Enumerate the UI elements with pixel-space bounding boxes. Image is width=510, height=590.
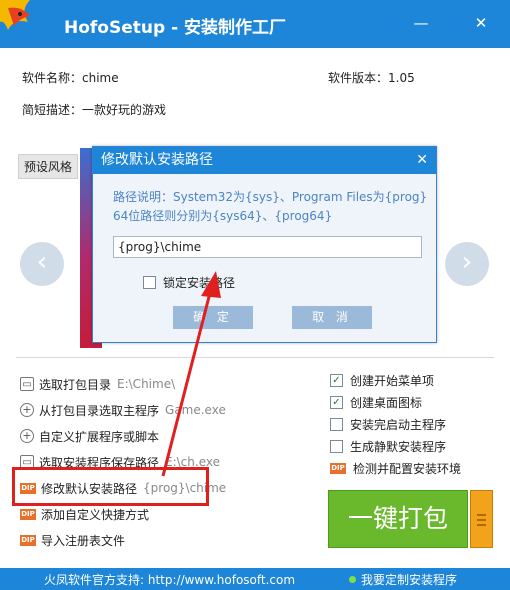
checkbox[interactable] [143, 276, 156, 289]
checkbox-checked[interactable]: ✓ [330, 395, 343, 409]
green-dot-icon [349, 576, 356, 583]
support-link[interactable]: 火凤软件官方支持: http://www.hofosoft.com [44, 571, 295, 588]
close-icon[interactable]: ✕ [470, 12, 492, 34]
tab-preset-style[interactable]: 预设风格 [18, 154, 79, 179]
checkbox-checked[interactable]: ✓ [330, 373, 343, 387]
option-silent-installer[interactable]: 生成静默安装程序 [330, 437, 446, 455]
op-select-main-program[interactable]: + 从打包目录选取主程序 Game.exe [20, 401, 226, 419]
software-description-label: 简短描述：一款好玩的游戏 [22, 103, 167, 117]
highlight-box [12, 467, 209, 506]
install-path-input[interactable] [113, 236, 422, 258]
dip-icon: DIP [330, 462, 346, 474]
dip-icon: DIP [20, 508, 36, 520]
footer-bar: 火凤软件官方支持: http://www.hofosoft.com 我要定制安装… [0, 568, 510, 590]
option-launch-after-install[interactable]: 安装完启动主程序 [330, 415, 446, 433]
custom-installer-link[interactable]: 我要定制安装程序 [349, 571, 457, 588]
divider [16, 357, 494, 358]
build-button-side[interactable] [470, 490, 493, 548]
option-detect-environment[interactable]: DIP 检测并配置安装环境 [330, 459, 461, 477]
cancel-button[interactable]: 取 消 [292, 306, 372, 329]
lock-path-option[interactable]: 锁定安装路径 [143, 274, 235, 291]
ok-button[interactable]: 确 定 [173, 306, 253, 329]
checkbox[interactable] [330, 439, 343, 453]
modify-path-dialog: 修改默认安装路径 ✕ 路径说明：System32为{sys}、Program F… [92, 146, 437, 343]
close-icon[interactable]: ✕ [416, 147, 428, 174]
phoenix-logo-icon [0, 0, 30, 30]
minimize-icon[interactable]: — [410, 12, 432, 34]
option-start-menu[interactable]: ✓ 创建开始菜单项 [330, 371, 434, 389]
option-desktop-icon[interactable]: ✓ 创建桌面图标 [330, 393, 422, 411]
grip-line [477, 519, 486, 521]
op-select-package-dir[interactable]: ▭ 选取打包目录 E:\Chime\ [20, 375, 175, 393]
checkbox[interactable] [330, 417, 343, 431]
op-custom-extension[interactable]: + 自定义扩展程序或脚本 [20, 427, 159, 445]
plus-icon: + [20, 429, 34, 443]
previous-skin-button[interactable]: ‹ [20, 242, 64, 286]
tab-bar: 预设风格 [18, 154, 79, 179]
build-button[interactable]: 一键打包 [328, 490, 468, 548]
software-name-label: 软件名称：chime [22, 71, 119, 85]
op-add-shortcut[interactable]: DIP 添加自定义快捷方式 [20, 505, 149, 523]
path-note-line2: 64位路径则分别为{sys64}、{prog64} [113, 209, 333, 223]
dialog-title-bar: 修改默认安装路径 ✕ [93, 147, 436, 174]
op-import-registry[interactable]: DIP 导入注册表文件 [20, 531, 125, 549]
folder-icon: ▭ [20, 377, 34, 391]
grip-line [477, 524, 486, 526]
dip-icon: DIP [20, 534, 36, 546]
grip-line [477, 514, 486, 516]
next-skin-button[interactable]: › [445, 242, 489, 286]
title-bar: HofoSetup - 安装制作工厂 — ✕ [0, 0, 510, 48]
path-note-line1: 路径说明：System32为{sys}、Program Files为{prog} [113, 190, 428, 204]
plus-icon: + [20, 403, 34, 417]
software-version-label: 软件版本：1.05 [328, 71, 415, 85]
dialog-title: 修改默认安装路径 [101, 152, 213, 168]
window-title: HofoSetup - 安装制作工厂 [64, 18, 287, 38]
